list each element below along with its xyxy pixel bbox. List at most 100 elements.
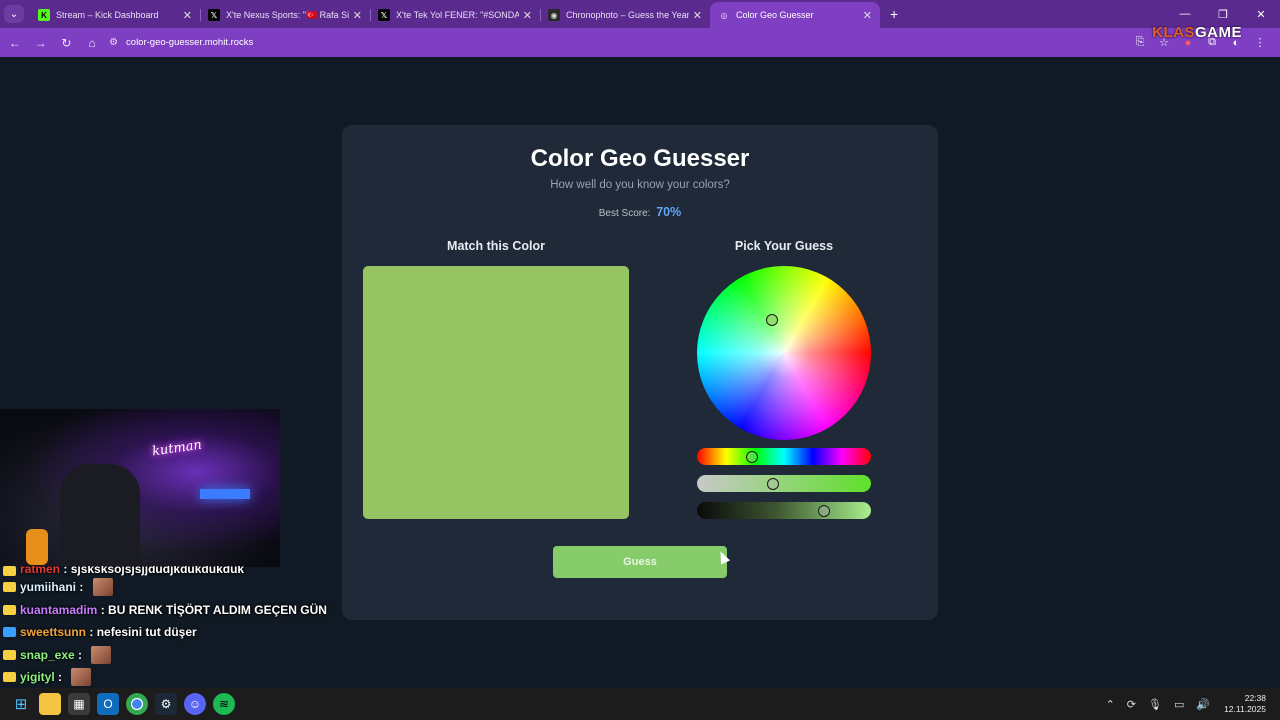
lightness-slider[interactable] [697, 502, 871, 519]
chat-message: yumiihani : [3, 576, 333, 599]
chat-badge-icon [3, 627, 16, 638]
chat-text: BU RENK TİŞÖRT ALDIM GEÇEN GÜN [108, 602, 327, 617]
chat-message: sweettsunn : nefesini tut düşer [3, 621, 333, 644]
back-button[interactable]: ← [4, 32, 26, 54]
best-score-value: 70% [656, 205, 682, 219]
tab-kick-dashboard[interactable]: K Stream – Kick Dashboard ✕ [30, 2, 200, 28]
chat-username[interactable]: yumiihani [20, 580, 76, 594]
color-wheel[interactable] [697, 266, 871, 440]
chat-separator: : [60, 566, 71, 576]
neon-sign: kutman [151, 437, 203, 460]
tab-tek-yol-fener[interactable]: 𝕏 X'te Tek Yol FENER: "#SONDAKİKA ✕ [370, 2, 540, 28]
x-icon: 𝕏 [208, 9, 220, 21]
chat-text: sjsksksojsjsjjdudjkdukdukduk [70, 566, 245, 576]
new-tab-button[interactable]: + [890, 6, 898, 22]
close-icon[interactable]: ✕ [523, 9, 532, 22]
chat-separator: : [76, 580, 87, 595]
browser-toolbar: ← → ↻ ⌂ ⚙ color-geo-guesser.mohit.rocks … [0, 28, 1280, 57]
led-strip [200, 489, 250, 499]
page-title: Color Geo Guesser [530, 145, 750, 172]
chat-message: kuantamadim : BU RENK TİŞÖRT ALDIM GEÇEN… [3, 599, 333, 622]
webcam-overlay: kutman [0, 409, 280, 567]
clock-date: 12.11.2025 [1224, 704, 1266, 714]
sync-icon[interactable]: ⟳ [1127, 698, 1136, 711]
saturation-slider[interactable] [697, 475, 871, 492]
tab-search-button[interactable]: ⌄ [4, 5, 24, 23]
hue-slider[interactable] [697, 448, 871, 465]
close-icon[interactable]: ✕ [693, 9, 702, 22]
system-clock[interactable]: 22:38 12.11.2025 [1224, 693, 1266, 716]
chat-separator: : [86, 625, 97, 640]
chrome-icon[interactable] [126, 693, 148, 715]
address-bar[interactable]: ⚙ color-geo-guesser.mohit.rocks [109, 32, 1128, 54]
tab-color-geo-guesser[interactable]: ◎ Color Geo Guesser ✕ [710, 2, 880, 28]
color-wheel-handle[interactable] [766, 314, 779, 327]
tab-chronophoto[interactable]: ◉ Chronophoto – Guess the Year ✕ [540, 2, 710, 28]
close-icon[interactable]: ✕ [353, 9, 362, 22]
chat-emote-icon [71, 668, 92, 687]
outlook-icon[interactable]: O [97, 693, 119, 715]
steam-icon[interactable]: ⚙ [155, 693, 177, 715]
chat-username[interactable]: ratmen [20, 566, 60, 576]
best-score: Best Score: 70% [342, 205, 938, 219]
chat-text: nefesini tut düşer [96, 625, 197, 640]
guess-button[interactable]: Guess [553, 546, 727, 578]
tab-nexus-sports[interactable]: 𝕏 X'te Nexus Sports: "🇹🇷 Rafa Silva ✕ [200, 2, 370, 28]
chat-username[interactable]: sweettsunn [20, 625, 86, 639]
close-icon[interactable]: ✕ [863, 9, 872, 22]
reload-button[interactable]: ↻ [56, 32, 78, 54]
kick-icon: K [38, 9, 50, 21]
translate-icon[interactable]: ⎘ [1128, 36, 1152, 49]
file-explorer-icon[interactable] [39, 693, 61, 715]
chat-username[interactable]: yigityl [20, 670, 55, 684]
hue-slider-handle[interactable] [746, 450, 759, 463]
site-info-icon[interactable]: ⚙ [109, 37, 118, 48]
store-icon[interactable]: ▦ [68, 693, 90, 715]
volume-icon[interactable]: 🔊 [1196, 698, 1210, 711]
target-color-swatch [363, 266, 629, 519]
stream-chat: ratmen : sjsksksojsjsjjdudjkdukdukduk yum… [3, 566, 333, 689]
discord-icon[interactable]: ☺ [184, 693, 206, 715]
chevron-up-icon[interactable]: ⌃ [1106, 698, 1115, 711]
chat-badge-icon [3, 566, 16, 576]
chat-badge-icon [3, 604, 16, 615]
clock-time: 22:38 [1244, 692, 1266, 703]
tab-title: Chronophoto – Guess the Year [566, 10, 689, 20]
windows-start-icon[interactable]: ⊞ [10, 693, 32, 715]
camera-icon: ◉ [548, 9, 560, 21]
close-icon[interactable]: ✕ [183, 9, 192, 22]
tab-strip: ⌄ K Stream – Kick Dashboard ✕ 𝕏 X'te Nex… [0, 0, 1280, 28]
chat-username[interactable]: snap_exe [20, 648, 75, 662]
windows-taskbar: ⊞ ▦ O ⚙ ☺ ≋ ⌃ ⟳ 🎙 ▭ 🔊 22:38 12.11.2025 [0, 688, 1280, 720]
chat-message: snap_exe : [3, 644, 333, 667]
page-subtitle: How well do you know your colors? [550, 179, 730, 191]
menu-icon[interactable]: ⋮ [1248, 36, 1272, 49]
tab-title: X'te Nexus Sports: "🇹🇷 Rafa Silva [226, 9, 349, 20]
chat-separator: : [54, 670, 66, 685]
tab-title: X'te Tek Yol FENER: "#SONDAKİKA [396, 10, 519, 20]
chat-username[interactable]: kuantamadim [20, 603, 97, 617]
chat-message: yigityl : [3, 666, 333, 689]
globe-icon: ◎ [720, 10, 728, 20]
best-score-label: Best Score: [598, 208, 651, 219]
game-card: Color Geo Guesser How well do you know y… [342, 125, 938, 620]
display-icon[interactable]: ▭ [1174, 698, 1184, 711]
chat-message: ratmen : sjsksksojsjsjjdudjkdukdukduk [3, 566, 333, 576]
microphone [26, 529, 48, 565]
chat-emote-icon [92, 578, 113, 597]
spotify-icon[interactable]: ≋ [213, 693, 235, 715]
close-window-button[interactable]: ✕ [1242, 0, 1280, 28]
chat-badge-icon [3, 582, 16, 593]
chat-separator: : [97, 602, 109, 617]
forward-button[interactable]: → [30, 32, 52, 54]
chat-emote-icon [91, 645, 112, 664]
home-button[interactable]: ⌂ [81, 32, 103, 54]
lightness-slider-handle[interactable] [817, 504, 830, 517]
chat-badge-icon [3, 649, 16, 660]
saturation-slider-handle[interactable] [766, 477, 779, 490]
pick-heading: Pick Your Guess [734, 239, 834, 253]
tab-title: Stream – Kick Dashboard [56, 10, 159, 20]
microphone-icon[interactable]: 🎙 [1148, 698, 1162, 711]
chat-badge-icon [3, 672, 16, 683]
match-heading: Match this Color [447, 239, 545, 253]
